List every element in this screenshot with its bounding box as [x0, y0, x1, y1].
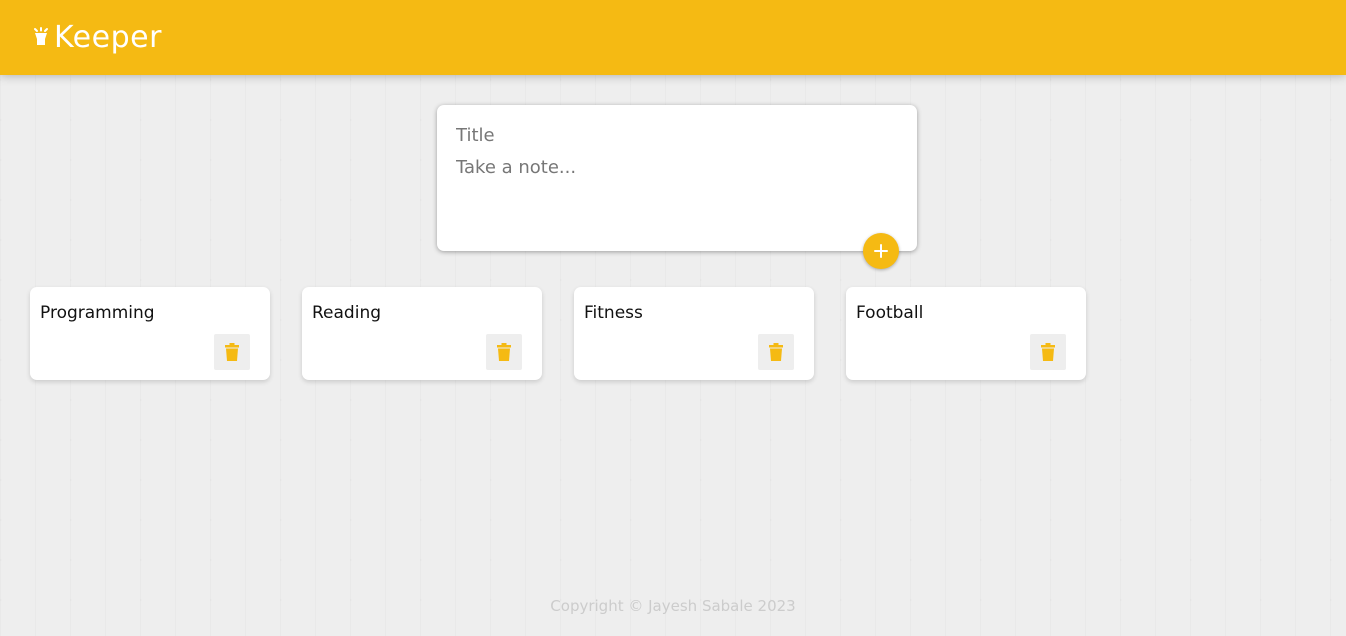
note-title: Programming — [40, 303, 155, 323]
note-card: Football — [846, 287, 1086, 380]
app-header: Keeper — [0, 0, 1346, 75]
note-composer — [437, 105, 917, 251]
note-title: Reading — [312, 303, 382, 323]
footer: Copyright © Jayesh Sabale 2023 — [0, 597, 1346, 615]
brand: Keeper — [32, 19, 162, 55]
lightbulb-icon — [32, 26, 50, 49]
delete-note-button[interactable] — [758, 334, 794, 370]
copyright-text: Copyright © Jayesh Sabale 2023 — [550, 597, 796, 615]
note-title: Football — [856, 303, 924, 323]
note-body-input[interactable] — [456, 155, 898, 215]
note-card: Programming — [30, 287, 270, 380]
trash-icon — [497, 343, 511, 361]
trash-icon — [769, 343, 783, 361]
notes-list: Programming Reading Fitness Football — [30, 287, 1086, 380]
plus-icon — [873, 243, 889, 259]
delete-note-button[interactable] — [486, 334, 522, 370]
note-card: Reading — [302, 287, 542, 380]
delete-note-button[interactable] — [1030, 334, 1066, 370]
delete-note-button[interactable] — [214, 334, 250, 370]
trash-icon — [1041, 343, 1055, 361]
note-title: Fitness — [584, 303, 643, 323]
note-card: Fitness — [574, 287, 814, 380]
trash-icon — [225, 343, 239, 361]
add-note-button[interactable] — [863, 233, 899, 269]
app-title: Keeper — [54, 19, 162, 55]
note-title-input[interactable] — [456, 123, 898, 149]
